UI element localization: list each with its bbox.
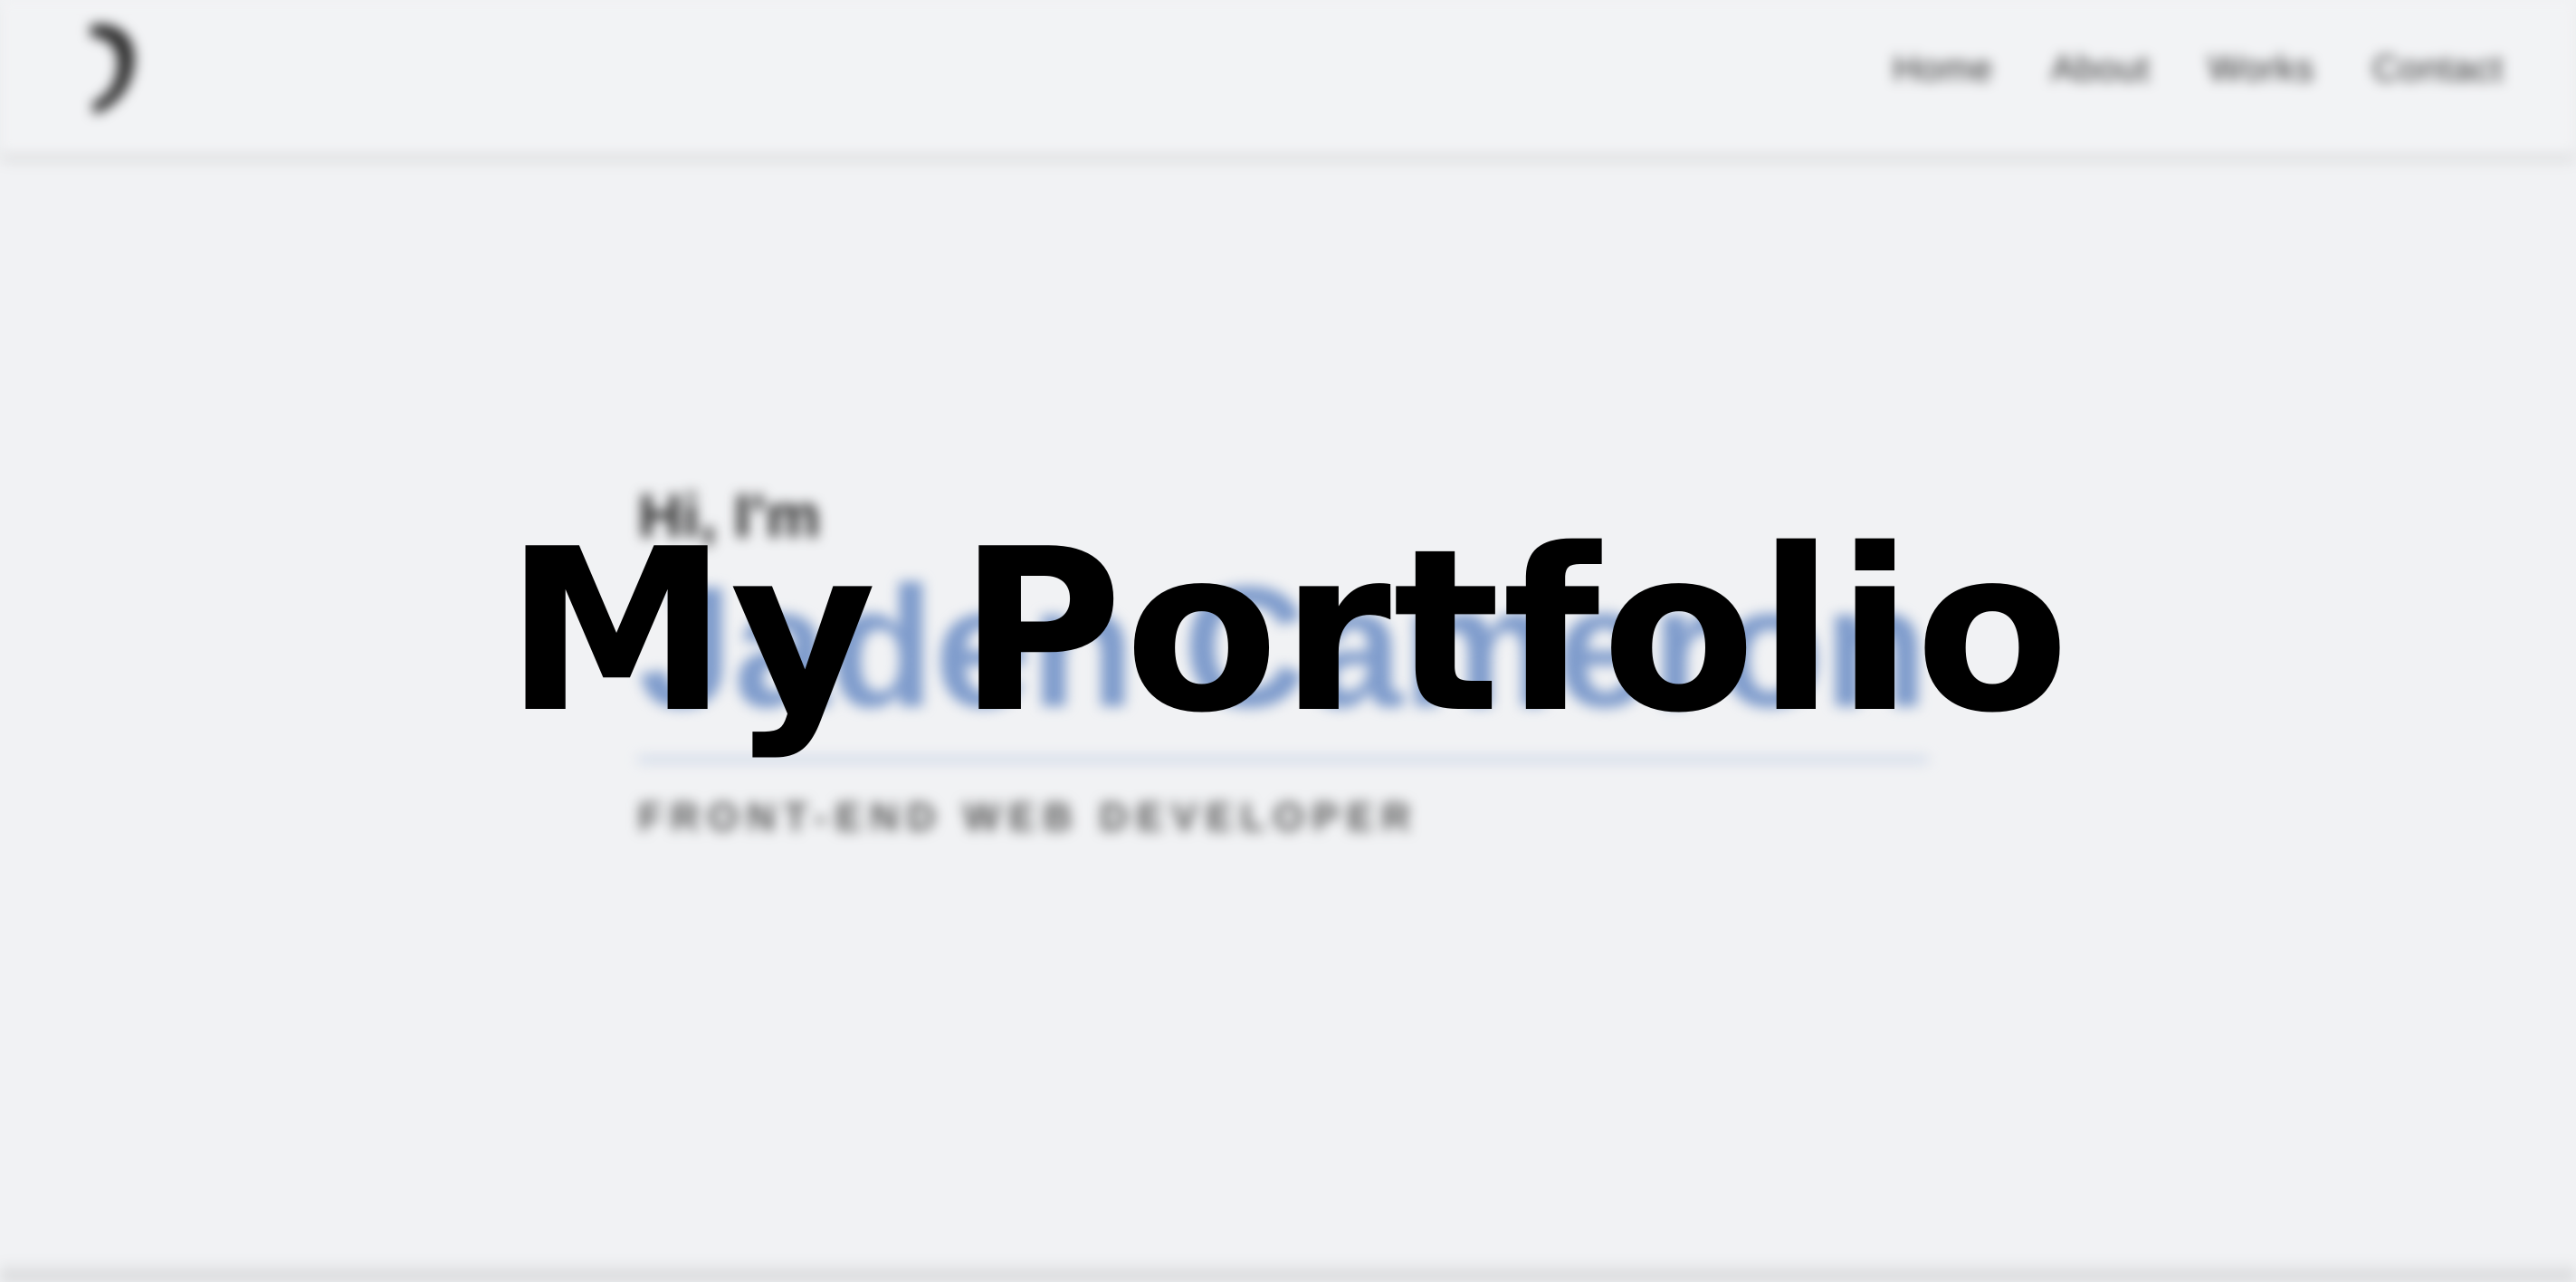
overlay-title: My Portfolio: [504, 502, 2072, 762]
hero-role: FRONT-END WEB DEVELOPER: [638, 795, 1419, 839]
portfolio-page: Home About Works Contact Hi, I'm Jaden C…: [0, 0, 2576, 1282]
nav-links: Home About Works Contact: [1893, 49, 2504, 90]
navbar: Home About Works Contact: [0, 0, 2576, 154]
nav-link-works[interactable]: Works: [2209, 49, 2315, 90]
bottom-edge-shadow: [0, 1260, 2576, 1282]
nav-link-contact[interactable]: Contact: [2372, 49, 2504, 90]
j-logo-icon[interactable]: [81, 18, 145, 118]
nav-link-home[interactable]: Home: [1893, 49, 1993, 90]
nav-link-about[interactable]: About: [2051, 49, 2151, 90]
